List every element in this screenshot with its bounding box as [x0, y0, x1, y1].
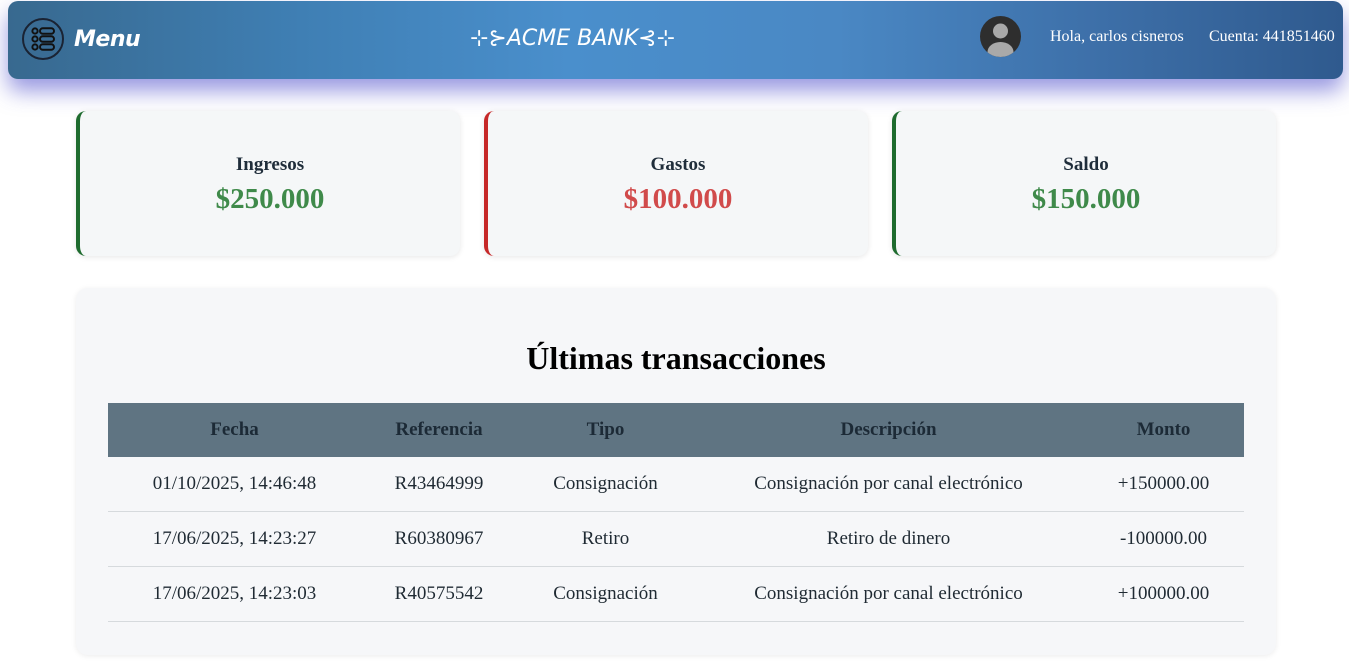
- column-header: Referencia: [361, 403, 517, 457]
- cell-type: Retiro: [517, 511, 694, 567]
- cell-type: Consignación: [517, 566, 694, 622]
- column-header: Tipo: [517, 403, 694, 457]
- expenses-value: $100.000: [623, 183, 733, 215]
- transactions-title: Últimas transacciones: [526, 340, 826, 376]
- transactions-panel: Últimas transacciones Fecha Referencia T…: [76, 288, 1276, 655]
- cell-date: 17/06/2025, 14:23:03: [108, 566, 361, 622]
- cell-description: Consignación por canal electrónico: [694, 457, 1083, 512]
- table-row: 01/10/2025, 14:46:48 R43464999 Consignac…: [108, 457, 1244, 512]
- cell-reference: R43464999: [361, 457, 517, 512]
- income-title: Ingresos: [235, 154, 305, 175]
- expenses-card: Gastos $100.000: [484, 111, 868, 256]
- income-value: $250.000: [215, 183, 325, 215]
- menu-button[interactable]: Menu: [22, 18, 141, 60]
- column-header: Fecha: [108, 403, 361, 457]
- account-number: Cuenta: 441851460: [1209, 28, 1335, 45]
- cell-date: 17/06/2025, 14:23:27: [108, 511, 361, 567]
- cell-reference: R40575542: [361, 566, 517, 622]
- transactions-table: Fecha Referencia Tipo Descripción Monto …: [108, 403, 1244, 622]
- menu-label[interactable]: Menu: [74, 27, 141, 52]
- user-greeting: Hola, carlos cisneros: [1050, 28, 1184, 45]
- table-header-row: Fecha Referencia Tipo Descripción Monto: [108, 403, 1244, 457]
- brand-title: ⊹⊱ACME BANK⊰⊹: [470, 26, 676, 51]
- column-header: Descripción: [694, 403, 1083, 457]
- cell-amount: -100000.00: [1083, 511, 1244, 567]
- cell-description: Consignación por canal electrónico: [694, 566, 1083, 622]
- cell-amount: +100000.00: [1083, 566, 1244, 622]
- user-avatar-icon[interactable]: [980, 16, 1021, 57]
- menu-list-icon[interactable]: [22, 18, 64, 60]
- expenses-title: Gastos: [650, 154, 706, 175]
- income-card: Ingresos $250.000: [76, 111, 460, 256]
- cell-description: Retiro de dinero: [694, 511, 1083, 567]
- table-row: 17/06/2025, 14:23:03 R40575542 Consignac…: [108, 566, 1244, 622]
- balance-card: Saldo $150.000: [892, 111, 1276, 256]
- balance-title: Saldo: [1063, 154, 1109, 175]
- table-row: 17/06/2025, 14:23:27 R60380967 Retiro Re…: [108, 511, 1244, 567]
- cell-date: 01/10/2025, 14:46:48: [108, 457, 361, 512]
- cell-amount: +150000.00: [1083, 457, 1244, 512]
- balance-value: $150.000: [1031, 183, 1141, 215]
- cell-reference: R60380967: [361, 511, 517, 567]
- top-navbar: Menu ⊹⊱ACME BANK⊰⊹ Hola, carlos cisneros…: [8, 1, 1343, 79]
- column-header: Monto: [1083, 403, 1244, 457]
- cell-type: Consignación: [517, 457, 694, 512]
